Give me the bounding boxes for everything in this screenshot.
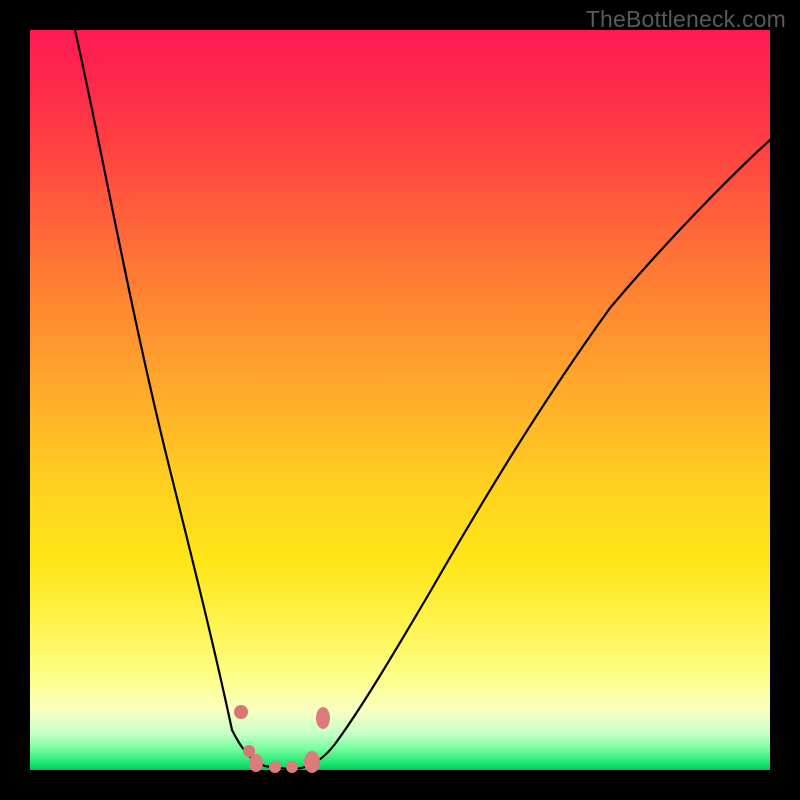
data-marker [249, 754, 263, 772]
plot-area [30, 30, 770, 770]
curve-layer [30, 30, 770, 770]
data-marker [316, 707, 330, 729]
bottleneck-curve-left [75, 30, 295, 769]
data-marker [304, 751, 320, 773]
chart-frame: TheBottleneck.com [0, 0, 800, 800]
watermark-text: TheBottleneck.com [586, 6, 786, 33]
data-marker [234, 705, 248, 719]
data-marker [286, 761, 298, 773]
data-marker [269, 761, 281, 773]
bottleneck-curve-right [295, 140, 770, 769]
